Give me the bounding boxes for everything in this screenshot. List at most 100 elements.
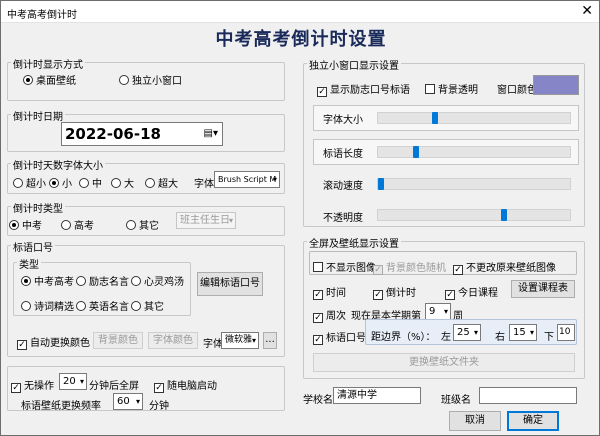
font-select[interactable]: Brush Script M ▾ <box>214 171 280 188</box>
option-label: 其它 <box>139 221 159 232</box>
class-name-input[interactable] <box>479 387 577 404</box>
small-window-label: 独立小窗口显示设置 <box>307 57 401 72</box>
slogan-option-exam[interactable]: 中考高考 <box>21 273 74 288</box>
week-value: 9 <box>429 306 436 317</box>
scroll-speed-slider[interactable] <box>377 178 571 190</box>
slogan-option-poetry[interactable]: 诗词精选 <box>21 298 74 313</box>
idle-label: 无操作 <box>24 381 54 392</box>
font-size-option-large[interactable]: 大 <box>111 175 134 190</box>
show-slogan-label: 显示励志口号标语 <box>330 85 410 96</box>
bg-color-button[interactable]: 背景颜色 <box>93 332 143 349</box>
slogan-font-select[interactable]: 微软雅 ▾ <box>221 332 259 349</box>
slogan-show-checkbox[interactable]: ✓ 标语口号 <box>313 329 366 345</box>
option-label: 中考高考 <box>34 277 74 288</box>
startup-label: 随电脑启动 <box>167 381 217 392</box>
bottom-label: 下 <box>544 332 554 343</box>
today-course-checkbox[interactable]: ✓ 今日课程 <box>445 284 498 300</box>
font-size-option-xlarge[interactable]: 超大 <box>145 175 178 190</box>
set-course-button[interactable]: 设置课程表 <box>511 280 575 298</box>
countdown-checkbox[interactable]: ✓ 倒计时 <box>373 284 416 300</box>
class-label: 班级名 <box>441 395 471 406</box>
countdown-type-option-gaokao[interactable]: 高考 <box>61 217 94 232</box>
close-icon[interactable]: ✕ <box>581 3 593 19</box>
week-select[interactable]: 9 ▾ <box>425 303 451 320</box>
no-image-checkbox[interactable]: 不显示图像 <box>313 259 376 274</box>
edit-slogan-button[interactable]: 编辑标语口号 <box>197 272 263 296</box>
font-size-option-medium[interactable]: 中 <box>79 175 102 190</box>
option-label: 心灵鸡汤 <box>144 277 184 288</box>
check-icon: ✓ <box>373 290 383 300</box>
radio-icon <box>145 178 155 188</box>
display-mode-option-window[interactable]: 独立小窗口 <box>119 72 182 87</box>
check-icon: ✓ <box>11 383 21 393</box>
font-size-slider[interactable] <box>377 112 571 124</box>
slider-thumb[interactable] <box>500 209 507 221</box>
check-icon <box>425 84 435 94</box>
font-size-option-xsmall[interactable]: 超小 <box>13 175 46 190</box>
auto-color-checkbox[interactable]: ✓ 自动更换颜色 <box>17 334 90 350</box>
display-mode-option-wallpaper[interactable]: 桌面壁纸 <box>23 72 76 87</box>
bottom-margin-select[interactable]: 10 <box>557 324 575 341</box>
school-name-value: 清源中学 <box>337 390 377 401</box>
countdown-type-label: 倒计时类型 <box>11 200 65 215</box>
idle-post-label: 分钟后全屏 <box>89 381 139 392</box>
date-picker[interactable]: 2022-06-18 ▤▾ <box>61 122 223 146</box>
option-label: 超小 <box>26 179 46 190</box>
slogan-option-motivational[interactable]: 励志名言 <box>76 273 129 288</box>
radio-icon <box>76 276 86 286</box>
font-label: 字体 <box>194 179 214 190</box>
radio-icon <box>119 75 129 85</box>
check-icon: ✓ <box>313 335 323 345</box>
transparent-checkbox[interactable]: 背景透明 <box>425 81 478 96</box>
font-size-option-small[interactable]: 小 <box>49 175 72 190</box>
ok-button[interactable]: 确定 <box>507 411 559 431</box>
keep-wallpaper-checkbox[interactable]: ✓ 不更改原来壁纸图像 <box>453 259 556 275</box>
other-type-select[interactable]: 班主任生日 ▾ <box>176 212 236 229</box>
bottom-margin-value: 10 <box>559 327 571 337</box>
week-checkbox[interactable]: ✓ 周次 <box>313 307 346 323</box>
slogan-option-english[interactable]: 英语名言 <box>76 298 129 313</box>
font-color-button[interactable]: 字体颜色 <box>148 332 198 349</box>
startup-checkbox[interactable]: ✓ 随电脑启动 <box>154 377 217 393</box>
calendar-icon[interactable]: ▤▾ <box>204 128 218 139</box>
slider-thumb[interactable] <box>378 178 384 190</box>
option-label: 其它 <box>144 302 164 313</box>
school-name-input[interactable]: 清源中学 <box>333 387 421 404</box>
countdown-type-option-zhongkao[interactable]: 中考 <box>9 217 42 232</box>
school-label: 学校名 <box>303 395 333 406</box>
left-label: 左 <box>441 332 451 343</box>
idle-checkbox[interactable]: ✓ 无操作 <box>11 377 54 393</box>
slogan-option-soup[interactable]: 心灵鸡汤 <box>131 273 184 288</box>
time-checkbox[interactable]: ✓ 时间 <box>313 284 346 300</box>
opacity-slider[interactable] <box>377 209 571 221</box>
slogan-length-slider[interactable] <box>377 146 571 158</box>
random-bg-label: 背景颜色随机 <box>386 263 446 274</box>
window-color-swatch[interactable] <box>533 75 579 95</box>
slider-thumb[interactable] <box>413 146 420 158</box>
check-icon: ✓ <box>154 383 164 393</box>
option-label: 励志名言 <box>89 277 129 288</box>
random-bg-checkbox[interactable]: ✓ 背景颜色随机 <box>373 259 446 275</box>
chevron-down-icon: ▾ <box>529 328 534 337</box>
change-wallpaper-folder-button[interactable]: 更换壁纸文件夹 <box>313 353 575 372</box>
more-font-button[interactable]: ... <box>263 332 277 349</box>
margin-label: 距边界（%）： <box>371 332 436 343</box>
left-margin-select[interactable]: 25 ▾ <box>453 324 481 341</box>
radio-icon <box>131 276 141 286</box>
countdown-type-option-other[interactable]: 其它 <box>126 217 159 232</box>
radio-icon <box>79 178 89 188</box>
radio-icon <box>111 178 121 188</box>
window-title: 中考高考倒计时 <box>7 10 77 21</box>
idle-minutes-select[interactable]: 20 ▾ <box>59 373 87 390</box>
today-course-label: 今日课程 <box>458 288 498 299</box>
slogan-option-other[interactable]: 其它 <box>131 298 164 313</box>
wallpaper-freq-select[interactable]: 60 ▾ <box>113 393 143 410</box>
slider-thumb[interactable] <box>431 112 438 124</box>
date-value: 2022-06-18 <box>65 125 161 143</box>
keep-wallpaper-label: 不更改原来壁纸图像 <box>466 263 556 274</box>
option-label: 中 <box>92 179 102 190</box>
auto-color-label: 自动更换颜色 <box>30 338 90 349</box>
cancel-button[interactable]: 取消 <box>449 411 501 431</box>
show-slogan-checkbox[interactable]: ✓ 显示励志口号标语 <box>317 81 410 97</box>
right-margin-select[interactable]: 15 ▾ <box>509 324 537 341</box>
